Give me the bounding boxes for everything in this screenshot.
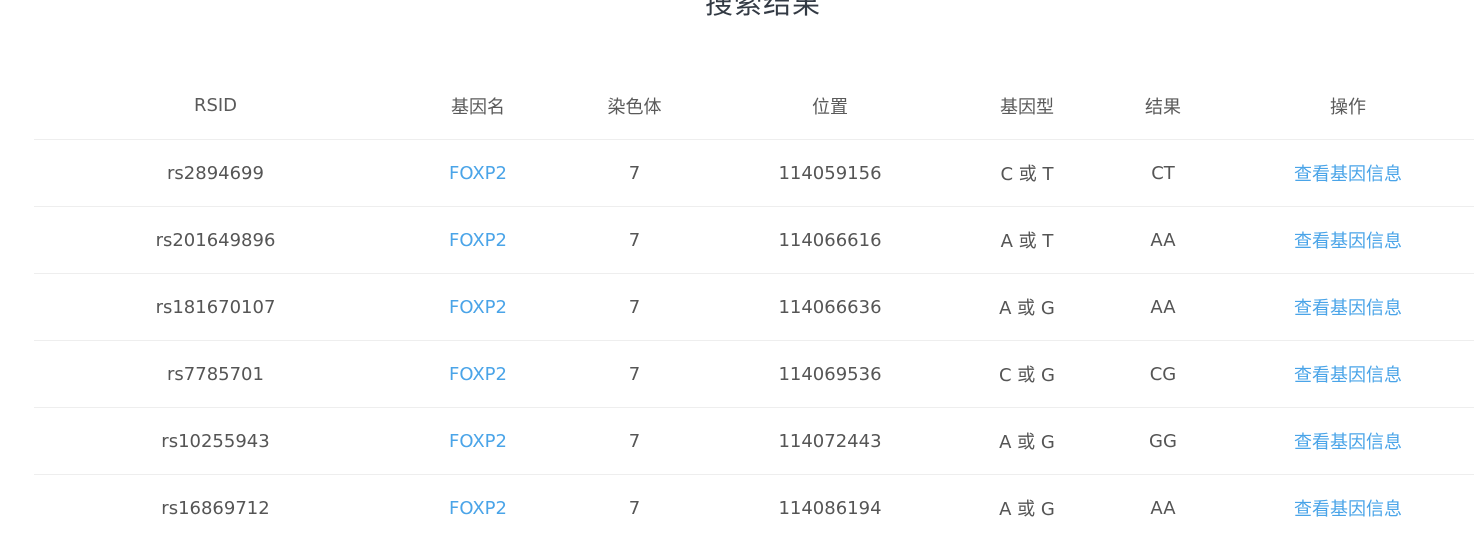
chromosome-cell: 7: [559, 206, 710, 274]
gene-cell: FOXP2: [397, 273, 559, 341]
column-header-rsid: RSID: [34, 72, 397, 140]
gene-link[interactable]: FOXP2: [449, 364, 507, 385]
action-cell: 查看基因信息: [1222, 475, 1474, 538]
action-cell: 查看基因信息: [1222, 139, 1474, 207]
table-header-row: RSID 基因名 染色体 位置 基因型 结果 操作: [34, 72, 1474, 140]
gene-link[interactable]: FOXP2: [449, 431, 507, 452]
chromosome-cell: 7: [628, 497, 641, 519]
gene-link[interactable]: FOXP2: [449, 230, 507, 251]
result-cell: CG: [1104, 340, 1222, 408]
action-cell: 查看基因信息: [1222, 206, 1474, 274]
position-cell: 114066636: [710, 273, 950, 341]
table-row: rs201649896 FOXP2 7 114066616 A 或 T AA 查…: [34, 206, 1474, 274]
action-cell: 查看基因信息: [1222, 273, 1474, 341]
gene-link[interactable]: FOXP2: [449, 297, 507, 318]
chromosome-cell: 7: [559, 340, 710, 408]
chromosome-cell: 7: [559, 139, 710, 207]
view-gene-info-link[interactable]: 查看基因信息: [1294, 231, 1402, 252]
genotype-cell: A 或 G: [950, 407, 1104, 475]
view-gene-info-link[interactable]: 查看基因信息: [1294, 298, 1402, 319]
result-cell: AA: [1150, 497, 1176, 519]
column-header-gene: 基因名: [397, 72, 559, 140]
genotype-cell: A 或 G: [950, 273, 1104, 341]
view-gene-info-link[interactable]: 查看基因信息: [1294, 164, 1402, 185]
rsid-cell: rs2894699: [34, 139, 397, 207]
column-header-position: 位置: [710, 72, 950, 140]
action-cell: 查看基因信息: [1222, 407, 1474, 475]
chromosome-cell: 7: [559, 407, 710, 475]
results-table: RSID 基因名 染色体 位置 基因型 结果 操作 rs2894699 FOXP…: [34, 72, 1474, 538]
gene-link[interactable]: FOXP2: [449, 163, 507, 184]
column-header-chromosome: 染色体: [559, 72, 710, 140]
table-row: rs16869712 FOXP2 7 114086194 A 或 G AA 查看…: [34, 475, 1474, 538]
column-header-action: 操作: [1222, 72, 1474, 140]
result-cell: GG: [1104, 407, 1222, 475]
rsid-cell: rs10255943: [34, 407, 397, 475]
view-gene-info-link[interactable]: 查看基因信息: [1294, 499, 1402, 520]
rsid-cell: rs201649896: [34, 206, 397, 274]
position-cell: 114066616: [710, 206, 950, 274]
view-gene-info-link[interactable]: 查看基因信息: [1294, 365, 1402, 386]
gene-cell: FOXP2: [397, 407, 559, 475]
action-cell: 查看基因信息: [1222, 340, 1474, 408]
table-row: rs7785701 FOXP2 7 114069536 C 或 G CG 查看基…: [34, 340, 1474, 408]
gene-cell: FOXP2: [397, 206, 559, 274]
position-cell: 114059156: [710, 139, 950, 207]
rsid-cell: rs181670107: [34, 273, 397, 341]
rsid-cell: rs16869712: [161, 497, 270, 519]
view-gene-info-link[interactable]: 查看基因信息: [1294, 432, 1402, 453]
gene-cell: FOXP2: [397, 475, 559, 538]
genotype-cell: A 或 T: [950, 206, 1104, 274]
column-header-genotype: 基因型: [950, 72, 1104, 140]
gene-cell: FOXP2: [397, 340, 559, 408]
genotype-cell: C 或 T: [950, 139, 1104, 207]
result-cell: CT: [1104, 139, 1222, 207]
gene-cell: FOXP2: [397, 139, 559, 207]
position-cell: 114072443: [710, 407, 950, 475]
genotype-cell: A 或 G: [999, 499, 1055, 520]
chromosome-cell: 7: [559, 273, 710, 341]
gene-link[interactable]: FOXP2: [449, 498, 507, 519]
rsid-cell: rs7785701: [34, 340, 397, 408]
search-results-page: 搜索结果 RSID 基因名 染色体 位置 基因型 结果 操作 rs2894699…: [0, 0, 1474, 538]
position-cell: 114069536: [710, 340, 950, 408]
table-row: rs2894699 FOXP2 7 114059156 C 或 T CT 查看基…: [34, 139, 1474, 207]
table-row: rs181670107 FOXP2 7 114066636 A 或 G AA 查…: [34, 273, 1474, 341]
result-cell: AA: [1104, 206, 1222, 274]
genotype-cell: C 或 G: [950, 340, 1104, 408]
table-row: rs10255943 FOXP2 7 114072443 A 或 G GG 查看…: [34, 407, 1474, 475]
position-cell: 114086194: [778, 497, 882, 519]
page-title: 搜索结果: [704, 0, 821, 20]
column-header-result: 结果: [1104, 72, 1222, 140]
result-cell: AA: [1104, 273, 1222, 341]
